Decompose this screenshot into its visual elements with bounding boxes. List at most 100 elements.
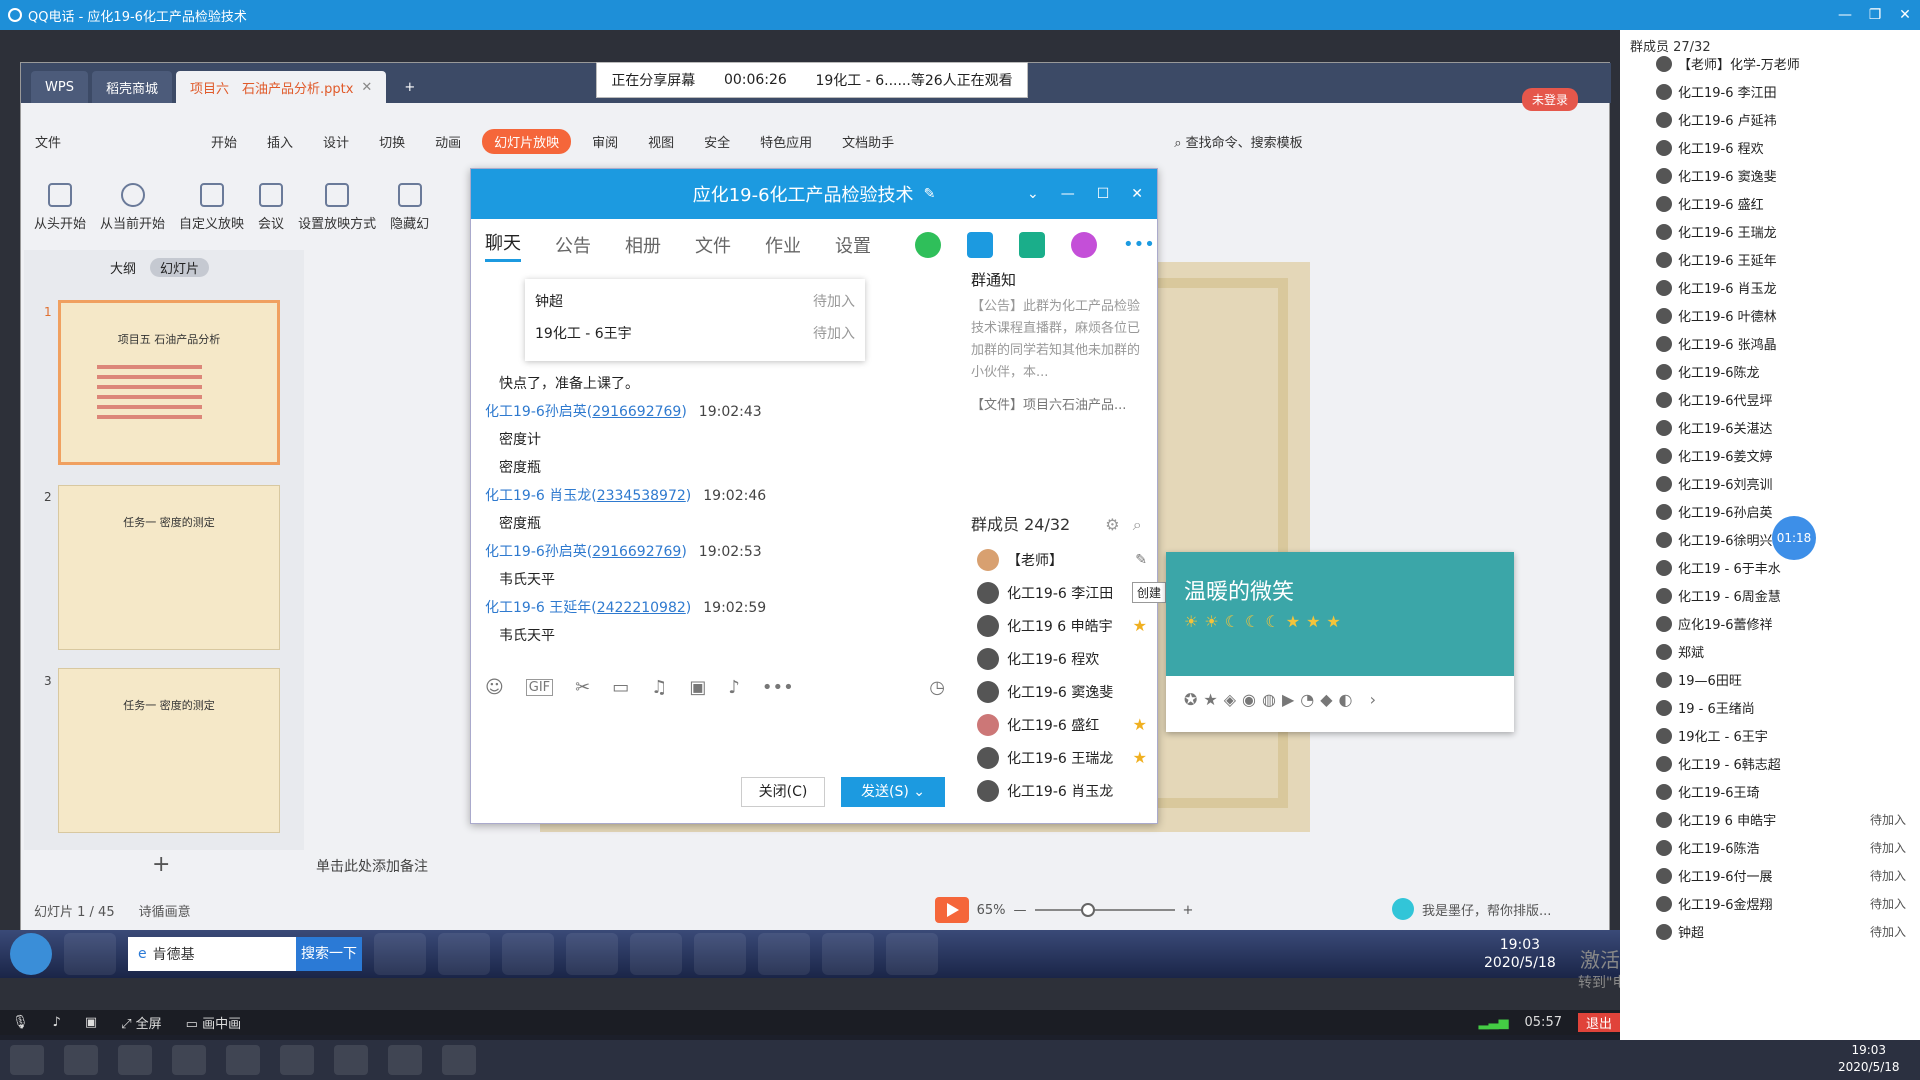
video-icon[interactable] [967,232,993,258]
list-item[interactable]: 化工19-6 盛红 ★ [977,708,1147,741]
custom-show-button[interactable]: 自定义放映 [179,183,244,232]
slide-thumbnail[interactable]: 任务一 密度的测定 [58,668,280,833]
notes-area[interactable]: 单击此处添加备注 [316,856,428,876]
notice-file[interactable]: 【文件】项目六石油产品... [971,394,1151,413]
list-item[interactable]: 化工19-6关湛达 [1656,418,1906,437]
setup-show-button[interactable]: 设置放映方式 [298,183,376,232]
list-item[interactable]: 化工19-6金煜翔 待加入 [1656,894,1906,913]
list-item[interactable]: 19 - 6王绪尚 [1656,698,1906,717]
minimize-button[interactable]: — [1061,186,1075,202]
windows-start-icon[interactable] [10,1045,44,1075]
menu-doc-assistant[interactable]: 文档助手 [827,132,909,151]
list-item[interactable]: 化工19-6 肖玉龙 [1656,278,1906,297]
browser-icon[interactable] [566,933,618,975]
list-item[interactable]: 化工19-6 窦逸斐 [977,675,1147,708]
scissors-icon[interactable]: ✂ [575,677,590,698]
class-icon[interactable] [1019,232,1045,258]
bell-icon[interactable]: ♪ [728,677,740,698]
start-button[interactable] [10,933,52,975]
add-app-icon[interactable] [1071,232,1097,258]
search-icon[interactable]: ⌕ [1133,515,1142,534]
taskbar-app-icon[interactable] [64,933,116,975]
more-icon[interactable]: ••• [1123,232,1155,258]
new-tab-button[interactable]: + [390,71,429,103]
list-item[interactable]: 化工19 - 6于丰水 [1656,558,1906,577]
classroom-icon[interactable] [442,1045,476,1075]
camera-off-icon[interactable]: ▣ [85,1015,97,1030]
tab-outline[interactable]: 大纲 [110,258,136,277]
list-item[interactable]: 化工19-6孙启英 [1656,502,1906,521]
tab-pptx-file[interactable]: 项目六 石油产品分析.pptx ✕ [175,71,387,103]
sender-qq-link[interactable]: 2916692769 [592,544,681,560]
sender-name[interactable]: 化工19-6孙启英 [485,404,587,420]
emoji-icon[interactable]: ☺ [485,677,504,698]
menu-animation[interactable]: 动画 [420,132,476,151]
mic-off-icon[interactable]: 🎙 [12,1015,29,1030]
ie-icon[interactable] [374,933,426,975]
menu-file[interactable]: 文件 [20,132,76,151]
folder-icon[interactable]: ▭ [612,677,629,698]
zoom-slider-handle[interactable] [1080,903,1095,917]
tab-chat[interactable]: 聊天 [485,229,521,262]
menu-review[interactable]: 审阅 [577,132,633,151]
list-item[interactable]: 化工19 6 申皓宇 ★ [977,609,1147,642]
add-slide-button[interactable]: + [152,852,170,877]
search-button[interactable]: 搜索一下 [296,937,362,971]
unlogin-button[interactable]: 未登录 [1522,88,1579,111]
sender-qq-link[interactable]: 2334538972 [597,488,686,504]
player-icon[interactable] [758,933,810,975]
gif-icon[interactable]: GIF [525,679,554,696]
menu-view[interactable]: 视图 [633,132,689,151]
image-icon[interactable]: ▣ [689,677,706,698]
minimize-button[interactable]: — [1830,7,1860,23]
zoom-slider[interactable] [1034,903,1175,917]
menu-transition[interactable]: 切换 [364,132,420,151]
list-item[interactable]: 化工19-6 李江田 [1656,82,1906,101]
tab-album[interactable]: 相册 [625,232,661,258]
tab-docer-store[interactable]: 稻壳商城 [91,71,172,103]
chrome-icon[interactable] [630,933,682,975]
clock-icon[interactable]: ◷ [929,677,945,698]
list-item[interactable]: 化工19-6 卢延祎 [1656,110,1906,129]
list-item[interactable]: 19化工 - 6王宇 [1656,726,1906,745]
list-item[interactable]: 钟超 待加入 [535,285,855,317]
more-icon[interactable]: ••• [762,677,794,698]
list-item[interactable]: 化工19-6王琦 [1656,782,1906,801]
list-item[interactable]: 钟超 待加入 [1656,922,1906,941]
list-item[interactable]: 化工19-6陈龙 [1656,362,1906,381]
close-icon[interactable]: ✕ [361,80,372,95]
menu-insert[interactable]: 插入 [252,132,308,151]
list-item[interactable]: 化工19-6 窦逸斐 [1656,166,1906,185]
list-item[interactable]: 应化19-6蕾修祥 [1656,614,1906,633]
browser-icon[interactable] [388,1045,422,1075]
wps-icon[interactable] [694,933,746,975]
tab-slides[interactable]: 幻灯片 [150,258,210,277]
list-item[interactable]: 化工19-6代昱坪 [1656,390,1906,409]
layout-assistant[interactable]: 我是墨仔，帮你排版... [1392,898,1551,920]
list-item[interactable]: 化工19-6 王延年 [1656,250,1906,269]
netease-music-icon[interactable] [226,1045,260,1075]
speaker-icon[interactable]: ♪ [53,1015,61,1030]
list-item[interactable]: 化工19 6 申皓宇 待加入 [1656,810,1906,829]
maximize-button[interactable]: ❐ [1860,7,1890,23]
zoom-in-button[interactable]: + [1183,903,1194,918]
edit-icon[interactable]: ✎ [1135,552,1147,568]
chevron-down-icon[interactable]: ⌄ [913,784,925,800]
send-button[interactable]: 发送(S) ⌄ [841,777,945,807]
folder-icon[interactable] [886,933,938,975]
list-item[interactable]: 【老师】 ✎ [977,543,1147,576]
media-icon[interactable] [438,933,490,975]
list-item[interactable]: 化工19-6 张鸿晶 [1656,334,1906,353]
sender-qq-link[interactable]: 2422210982 [597,600,686,616]
tab-settings[interactable]: 设置 [835,232,871,258]
list-item[interactable]: 化工19-6刘亮训 [1656,474,1906,493]
from-current-button[interactable]: 从当前开始 [100,183,165,232]
timer-badge[interactable]: 01:18 [1772,516,1816,560]
app-icon[interactable] [502,933,554,975]
app-icon[interactable] [280,1045,314,1075]
from-start-button[interactable]: 从头开始 [34,183,86,232]
list-item[interactable]: 化工19-6 程欢 [1656,138,1906,157]
slideshow-play-button[interactable] [934,897,969,923]
search-command[interactable]: ⌕ 查找命令、搜索模板 [1159,132,1317,151]
list-item[interactable]: 19化工 - 6王宇 待加入 [535,317,855,349]
